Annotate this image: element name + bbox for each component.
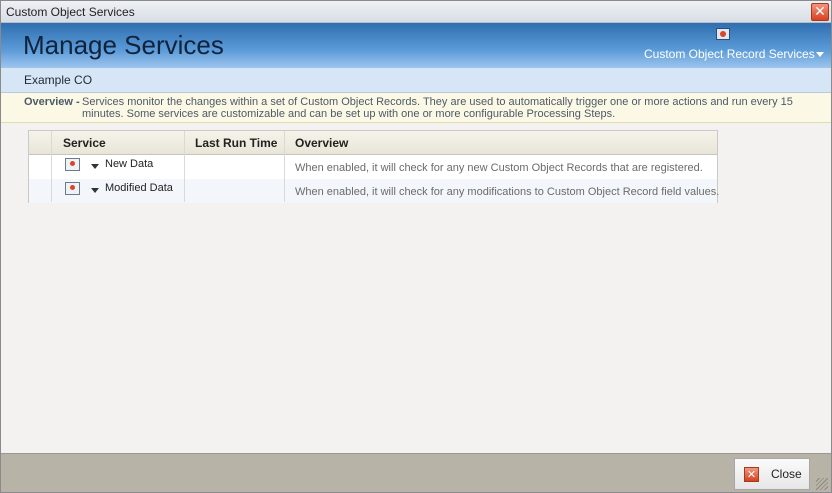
services-menu[interactable]: Custom Object Record Services [644, 47, 824, 61]
resize-grip-icon[interactable] [816, 478, 828, 490]
column-divider [184, 131, 185, 202]
service-overview: When enabled, it will check for any modi… [295, 186, 720, 198]
service-icon[interactable] [716, 28, 730, 40]
services-menu-label[interactable]: Custom Object Record Services [644, 47, 815, 61]
window-title: Custom Object Services [6, 5, 135, 19]
overview-label: Overview - [24, 96, 80, 108]
chevron-down-icon[interactable] [91, 164, 99, 169]
breadcrumb-label: Example CO [24, 73, 93, 87]
overview-banner: Overview - Services monitor the changes … [1, 93, 831, 123]
service-name[interactable]: Modified Data [105, 182, 173, 194]
column-header-overview[interactable]: Overview [295, 136, 348, 150]
column-header-last-run-time[interactable]: Last Run Time [195, 136, 277, 150]
column-divider [51, 131, 52, 202]
page-title: Manage Services [23, 30, 224, 60]
chevron-down-icon[interactable] [815, 52, 824, 57]
service-icon[interactable] [65, 158, 80, 171]
page-header: Manage Services Custom Object Record Ser… [1, 23, 831, 68]
service-icon[interactable] [65, 182, 80, 195]
title-bar: Custom Object Services ✕ [1, 1, 831, 23]
window-close-icon[interactable]: ✕ [811, 3, 829, 21]
column-header-service[interactable]: Service [63, 136, 106, 150]
service-overview: When enabled, it will check for any new … [295, 162, 703, 174]
close-button[interactable]: ✕ Close [734, 458, 810, 490]
dialog-footer: ✕ Close [1, 453, 831, 492]
column-divider [284, 131, 285, 202]
service-name[interactable]: New Data [105, 158, 153, 170]
services-table: Service Last Run Time Overview New Data … [28, 130, 720, 203]
overview-text: Services monitor the changes within a se… [82, 96, 793, 120]
table-header: Service Last Run Time Overview [29, 131, 717, 155]
close-icon[interactable]: ✕ [744, 467, 759, 482]
table-row[interactable]: Modified Data When enabled, it will chec… [29, 179, 720, 203]
close-button-label[interactable]: Close [771, 467, 802, 481]
chevron-down-icon[interactable] [91, 188, 99, 193]
dialog-window: Custom Object Services ✕ Manage Services… [0, 0, 832, 493]
table-row[interactable]: New Data When enabled, it will check for… [29, 155, 717, 179]
breadcrumb: Example CO [1, 68, 831, 93]
